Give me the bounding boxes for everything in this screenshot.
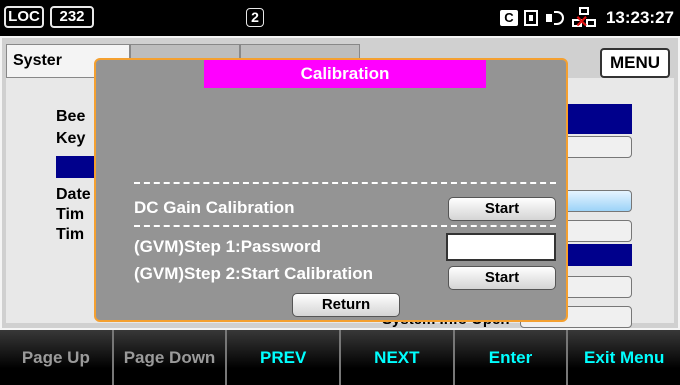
keyboard-icon (523, 10, 538, 26)
softkey-exit-menu[interactable]: Exit Menu (566, 330, 680, 385)
selection-bar (566, 244, 632, 266)
calibration-dialog: Calibration DC Gain Calibration Start (G… (94, 58, 568, 322)
softkey-enter[interactable]: Enter (452, 330, 567, 385)
softkey-page-up[interactable]: Page Up (0, 330, 112, 385)
gpib-address-badge: 232 (50, 6, 94, 28)
divider (134, 225, 556, 227)
clock: 13:23:27 (605, 8, 674, 27)
return-button[interactable]: Return (292, 293, 400, 317)
dc-gain-start-button[interactable]: Start (448, 197, 556, 221)
background-label: Bee (56, 108, 86, 125)
password-field[interactable] (446, 233, 556, 261)
speaker-icon (544, 9, 566, 27)
page-indicator: 2 (246, 8, 264, 27)
background-label: Tim (56, 206, 85, 223)
step1-password-label: (GVM)Step 1:Password (134, 237, 322, 256)
menu-button[interactable]: MENU (600, 48, 670, 78)
lan-disconnected-icon: ✕ (571, 7, 598, 31)
dc-gain-label: DC Gain Calibration (134, 198, 295, 217)
ce-icon: C (499, 10, 518, 26)
divider (134, 182, 556, 184)
dialog-title: Calibration (204, 60, 486, 88)
selection-bar (566, 104, 632, 134)
softkey-next[interactable]: NEXT (339, 330, 453, 385)
softkey-page-down[interactable]: Page Down (111, 330, 226, 385)
selection-bar (56, 156, 96, 178)
start-calibration-button[interactable]: Start (448, 266, 556, 290)
status-icons: C ✕ 13:23:27 (499, 7, 674, 31)
status-bar: LOC 232 2 C ✕ 13:23:27 (0, 0, 680, 36)
softkey-prev[interactable]: PREV (225, 330, 340, 385)
background-label: Key (56, 130, 86, 147)
background-label: Tim (56, 226, 85, 243)
remote-status-badge: LOC (4, 6, 44, 28)
softkey-bar: Page Up Page Down PREV NEXT Enter Exit M… (0, 330, 680, 385)
background-label: Date (56, 186, 91, 203)
step2-label: (GVM)Step 2:Start Calibration (134, 264, 373, 283)
